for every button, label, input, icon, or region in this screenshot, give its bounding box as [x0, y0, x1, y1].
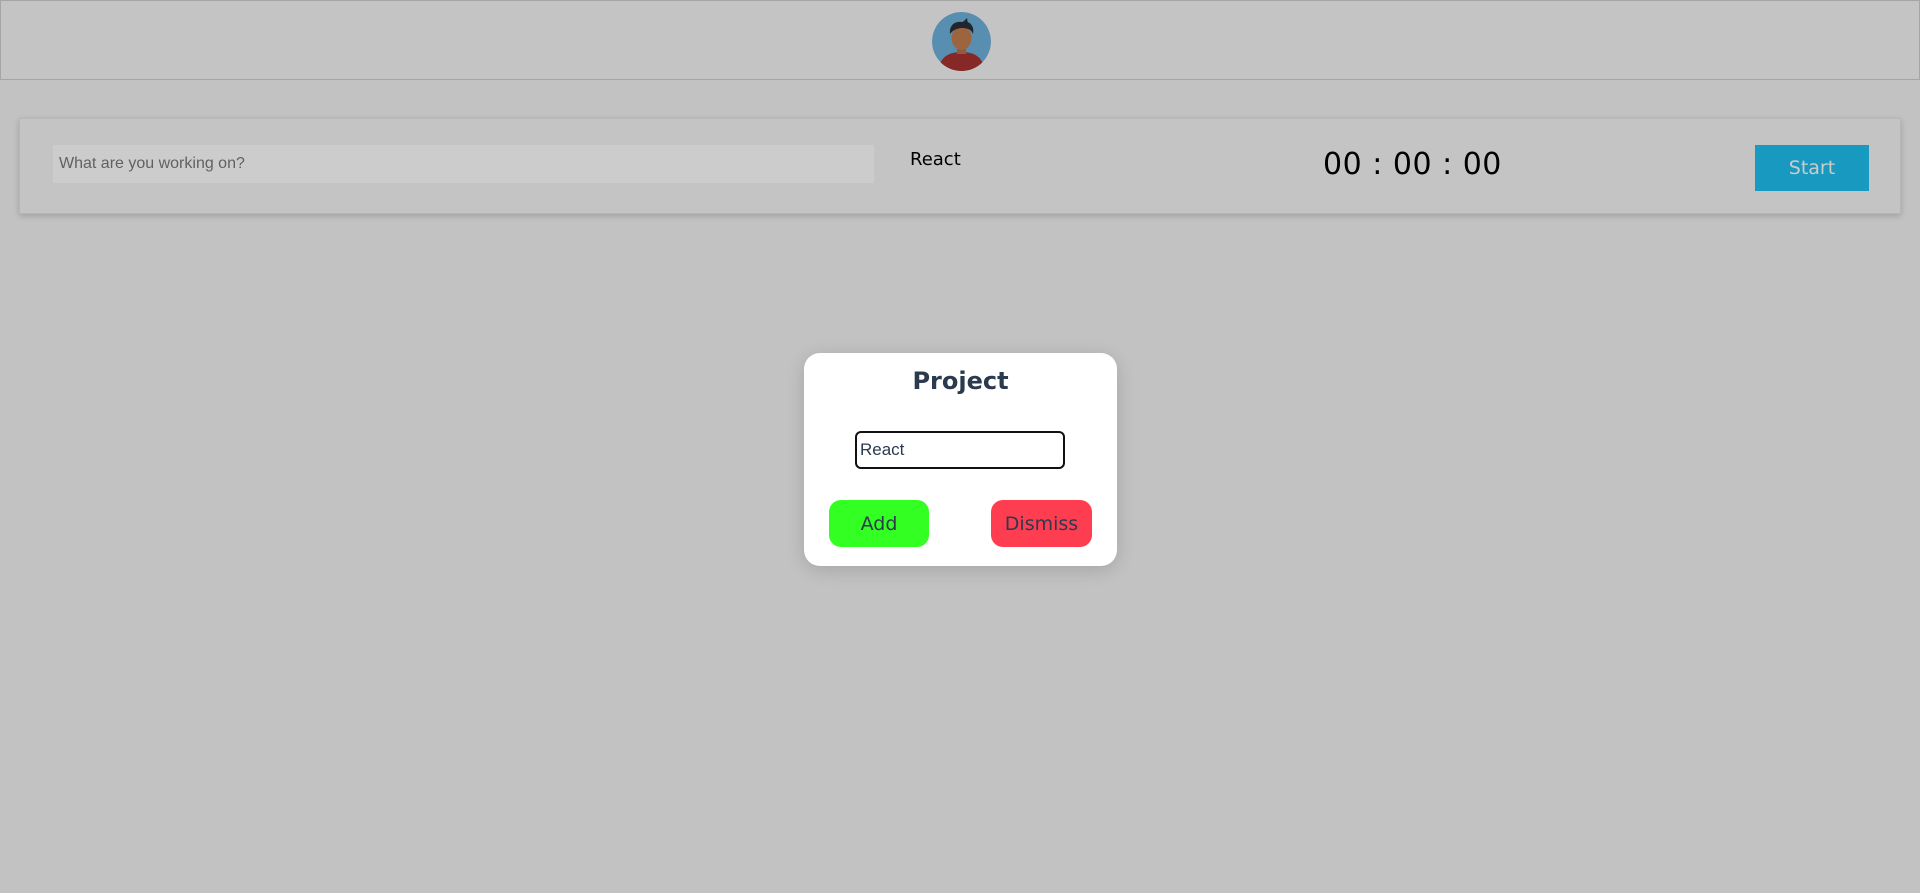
project-name-input[interactable] — [855, 431, 1065, 469]
dialog-title: Project — [912, 367, 1009, 395]
add-button[interactable]: Add — [829, 500, 929, 547]
dismiss-button[interactable]: Dismiss — [991, 500, 1092, 547]
project-dialog: Project Add Dismiss — [804, 353, 1117, 566]
